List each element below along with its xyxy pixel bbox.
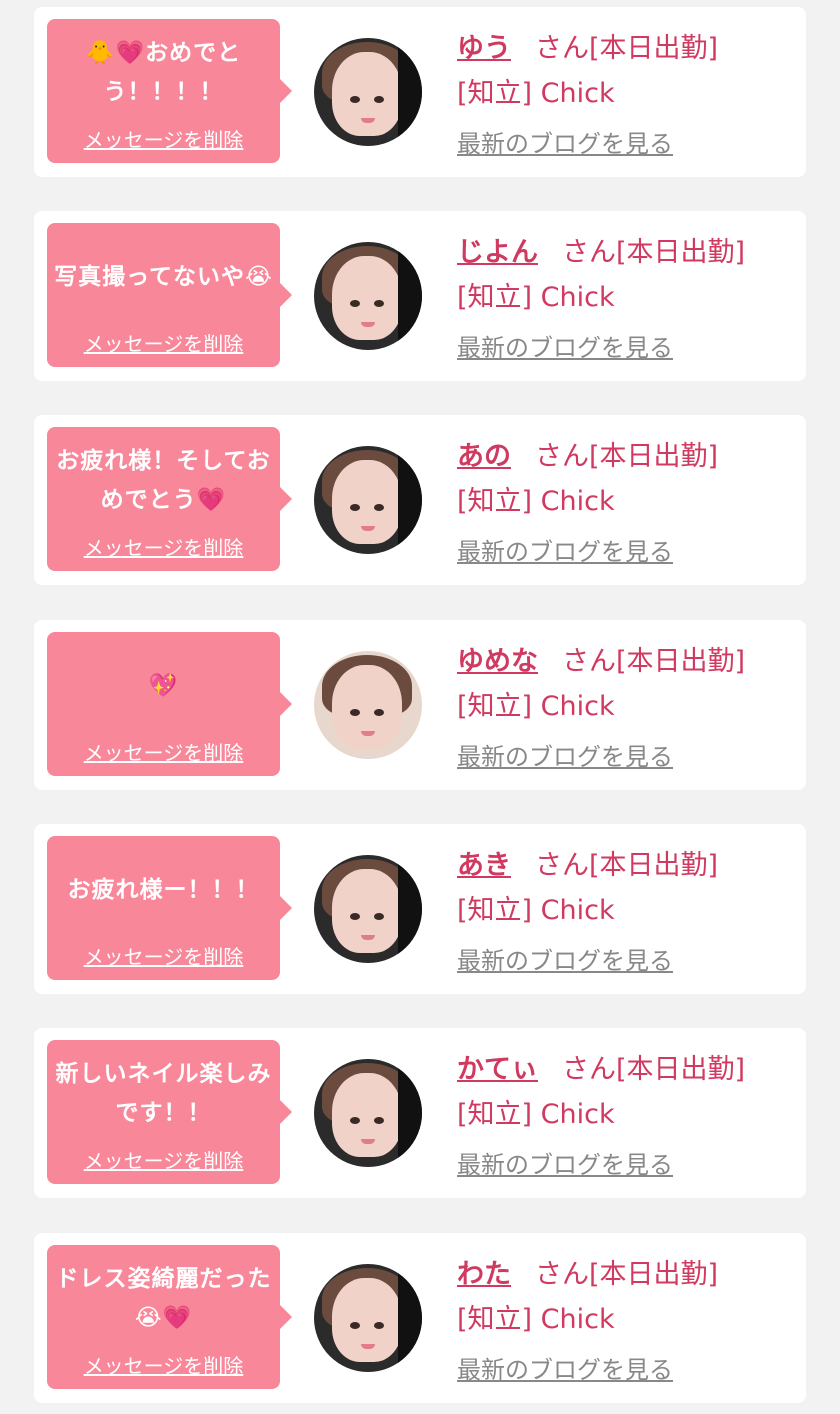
delete-message-link[interactable]: メッセージを削除 [47,941,280,970]
cast-status: さん[本日出勤] [562,645,746,677]
delete-message-link[interactable]: メッセージを削除 [47,737,280,766]
cast-info: かてぃ さん[本日出勤] [知立] Chick 最新のブログを見る [457,1044,797,1182]
shop-name: [知立] Chick [457,1303,615,1335]
cast-photo-icon[interactable] [314,1264,422,1372]
message-text: 🐥💗おめでとう！！！！ [85,40,242,105]
cast-photo-icon[interactable] [314,242,422,350]
delete-message-link[interactable]: メッセージを削除 [47,1350,280,1379]
message-card: 💖 メッセージを削除 ゆめな さん[本日出勤] [知立] Chick 最新のブロ… [34,620,806,790]
message-list: 🐥💗おめでとう！！！！ メッセージを削除 ゆう さん[本日出勤] [知立] Ch… [0,0,840,1414]
cast-info: ゆめな さん[本日出勤] [知立] Chick 最新のブログを見る [457,636,797,774]
cast-status: さん[本日出勤] [562,1053,746,1085]
latest-blog-link[interactable]: 最新のブログを見る [457,734,797,774]
latest-blog-link[interactable]: 最新のブログを見る [457,1347,797,1387]
cast-name-link[interactable]: あの [457,434,511,473]
message-card: お疲れ様ー！！！ メッセージを削除 あき さん[本日出勤] [知立] Chick… [34,824,806,994]
message-text: 写真撮ってないや😭 [54,263,273,290]
message-card: お疲れ様！そしておめでとう💗 メッセージを削除 あの さん[本日出勤] [知立]… [34,415,806,585]
cast-status: さん[本日出勤] [562,236,746,268]
message-card: ドレス姿綺麗だった😭💗 メッセージを削除 わた さん[本日出勤] [知立] Ch… [34,1233,806,1403]
shop-name: [知立] Chick [457,77,615,109]
cast-info: じよん さん[本日出勤] [知立] Chick 最新のブログを見る [457,227,797,365]
cast-name-link[interactable]: じよん [457,230,538,269]
message-bubble: 🐥💗おめでとう！！！！ メッセージを削除 [47,19,292,163]
cast-photo-icon[interactable] [314,1059,422,1167]
message-text: お疲れ様ー！！！ [67,876,260,903]
cast-name-link[interactable]: ゆう [457,26,511,65]
shop-name: [知立] Chick [457,485,615,517]
cast-name-link[interactable]: ゆめな [457,639,538,678]
cast-info: ゆう さん[本日出勤] [知立] Chick 最新のブログを見る [457,23,797,161]
shop-name: [知立] Chick [457,690,615,722]
message-text: 新しいネイル楽しみです！！ [55,1061,272,1126]
message-card: 写真撮ってないや😭 メッセージを削除 じよん さん[本日出勤] [知立] Chi… [34,211,806,381]
latest-blog-link[interactable]: 最新のブログを見る [457,938,797,978]
message-text: お疲れ様！そしておめでとう💗 [56,448,271,513]
cast-name-link[interactable]: わた [457,1252,511,1291]
delete-message-link[interactable]: メッセージを削除 [47,1145,280,1174]
delete-message-link[interactable]: メッセージを削除 [47,532,280,561]
cast-status: さん[本日出勤] [535,32,719,64]
latest-blog-link[interactable]: 最新のブログを見る [457,121,797,161]
cast-photo-icon[interactable] [314,446,422,554]
latest-blog-link[interactable]: 最新のブログを見る [457,325,797,365]
message-bubble: 💖 メッセージを削除 [47,632,292,776]
shop-name: [知立] Chick [457,1098,615,1130]
latest-blog-link[interactable]: 最新のブログを見る [457,529,797,569]
cast-status: さん[本日出勤] [535,1258,719,1290]
cast-status: さん[本日出勤] [535,849,719,881]
message-text: 💖 [148,672,179,699]
message-card: 🐥💗おめでとう！！！！ メッセージを削除 ゆう さん[本日出勤] [知立] Ch… [34,7,806,177]
cast-info: あの さん[本日出勤] [知立] Chick 最新のブログを見る [457,431,797,569]
cast-photo-icon[interactable] [314,38,422,146]
message-card: 新しいネイル楽しみです！！ メッセージを削除 かてぃ さん[本日出勤] [知立]… [34,1028,806,1198]
message-text: ドレス姿綺麗だった😭💗 [55,1266,272,1331]
shop-name: [知立] Chick [457,894,615,926]
latest-blog-link[interactable]: 最新のブログを見る [457,1142,797,1182]
message-bubble: 写真撮ってないや😭 メッセージを削除 [47,223,292,367]
cast-name-link[interactable]: かてぃ [457,1047,538,1086]
delete-message-link[interactable]: メッセージを削除 [47,124,280,153]
message-bubble: ドレス姿綺麗だった😭💗 メッセージを削除 [47,1245,292,1389]
cast-info: わた さん[本日出勤] [知立] Chick 最新のブログを見る [457,1249,797,1387]
cast-photo-icon[interactable] [314,651,422,759]
cast-photo-icon[interactable] [314,855,422,963]
delete-message-link[interactable]: メッセージを削除 [47,328,280,357]
message-bubble: お疲れ様ー！！！ メッセージを削除 [47,836,292,980]
cast-info: あき さん[本日出勤] [知立] Chick 最新のブログを見る [457,840,797,978]
cast-status: さん[本日出勤] [535,440,719,472]
cast-name-link[interactable]: あき [457,843,511,882]
message-bubble: 新しいネイル楽しみです！！ メッセージを削除 [47,1040,292,1184]
message-bubble: お疲れ様！そしておめでとう💗 メッセージを削除 [47,427,292,571]
shop-name: [知立] Chick [457,281,615,313]
